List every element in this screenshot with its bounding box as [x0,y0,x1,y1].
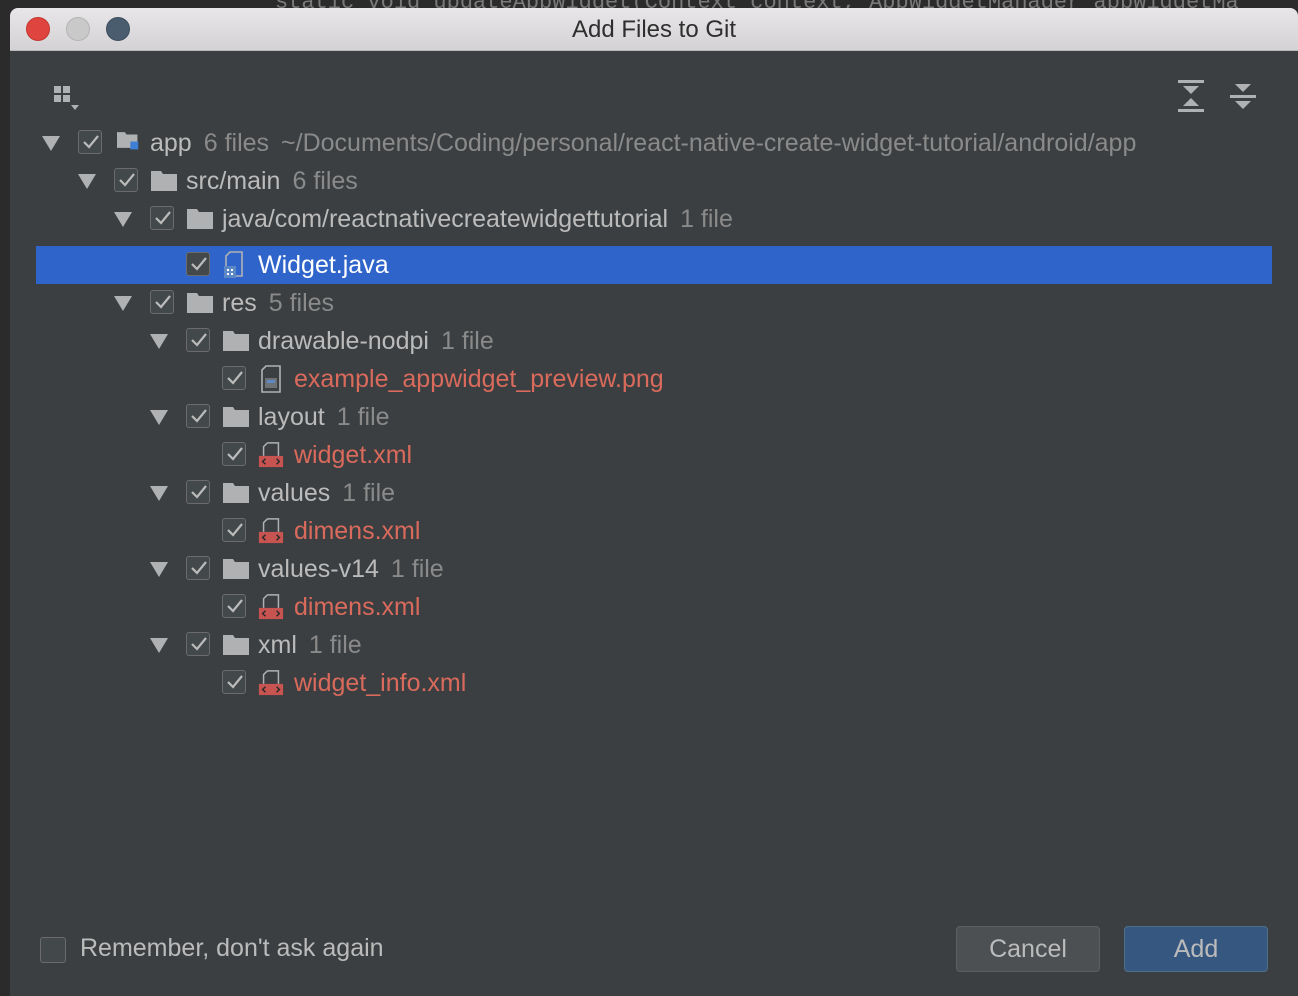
widget-xml-checkbox[interactable] [222,442,246,466]
expand-arrow-icon[interactable] [114,212,132,227]
tree-row-name: java/com/reactnativecreatewidgettutorial [222,205,669,233]
app-checkbox[interactable] [78,130,102,154]
tree-row-src-main[interactable]: src/main 6 files [36,162,1272,200]
tree-row-name: widget_info.xml [294,669,467,697]
file-count: 6 files [292,167,358,195]
xml-folder-checkbox[interactable] [186,632,210,656]
module-path: ~/Documents/Coding/personal/react-native… [281,129,1137,157]
expand-arrow-icon[interactable] [78,174,96,189]
tree-row-java-package[interactable]: java/com/reactnativecreatewidgettutorial… [36,200,1272,238]
file-count: 1 file [342,479,396,507]
widget-info-xml-checkbox[interactable] [222,670,246,694]
tree-row-dimens-xml[interactable]: dimens.xml [36,512,1272,550]
res-checkbox[interactable] [150,290,174,314]
dialog-title: Add Files to Git [571,16,737,43]
folder-icon [223,635,249,655]
expand-all-icon[interactable] [1176,78,1206,112]
expand-arrow-icon[interactable] [150,638,168,653]
collapse-all-icon[interactable] [1228,78,1258,109]
tree-row-name: dimens.xml [294,593,421,621]
tree-row-app[interactable]: app 6 files ~/Documents/Coding/personal/re… [36,124,1272,162]
folder-icon [151,171,177,191]
tree-row-name: xml [258,631,297,659]
tree-row-name: example_appwidget_preview.png [294,365,664,393]
tree-row-name: app [150,129,192,157]
expand-arrow-icon[interactable] [150,562,168,577]
drawable-nodpi-checkbox[interactable] [186,328,210,352]
tree-row-name: drawable-nodpi [258,327,429,355]
tree-row-name: layout [258,403,325,431]
tree-row-dimens-xml-v14[interactable]: dimens.xml [36,588,1272,626]
remember-checkbox[interactable] [40,937,66,963]
java-package-checkbox[interactable] [150,206,174,230]
tree-row-res[interactable]: res 5 files [36,284,1272,322]
file-count: 1 file [680,205,733,233]
tree-row-name: src/main [186,167,281,195]
tree-row-name: res [222,289,257,317]
tree-row-widget-java[interactable]: Widget.java [36,246,1272,284]
expand-arrow-icon[interactable] [150,486,168,501]
xml-file-icon [258,442,284,468]
tree-row-layout[interactable]: layout 1 file [36,398,1272,436]
file-count: 1 file [390,555,444,583]
remember-label[interactable]: Remember, don't ask again [80,934,384,963]
tree-row-preview-png[interactable]: example_appwidget_preview.png [36,360,1272,398]
xml-file-icon [258,670,284,696]
folder-icon [223,559,249,579]
file-count: 1 file [440,327,494,355]
values-v14-checkbox[interactable] [186,556,210,580]
folder-icon [223,407,249,427]
add-files-dialog: Add Files to Git app 6 files ~/Documents… [10,8,1298,996]
xml-file-icon [258,518,284,544]
values-checkbox[interactable] [186,480,210,504]
dimens-xml-v14-checkbox[interactable] [222,594,246,618]
expand-arrow-icon[interactable] [150,334,168,349]
tree-row-values-v14[interactable]: values-v14 1 file [36,550,1272,588]
expand-arrow-icon[interactable] [42,136,60,151]
java-file-icon [224,251,243,278]
cancel-button[interactable]: Cancel [956,926,1100,972]
folder-icon [187,209,213,229]
tree-row-widget-xml[interactable]: widget.xml [36,436,1272,474]
folder-icon [187,293,213,313]
tree-row-name: dimens.xml [294,517,421,545]
tree-row-name: widget.xml [294,441,413,469]
tree-row-name: values [258,479,331,507]
folder-icon [223,331,249,351]
file-count: 5 files [268,289,335,317]
preview-png-checkbox[interactable] [222,366,246,390]
widget-java-checkbox[interactable] [186,252,210,276]
tree-row-drawable-nodpi[interactable]: drawable-nodpi 1 file [36,322,1272,360]
tree-row-values[interactable]: values 1 file [36,474,1272,512]
module-folder-icon [117,132,139,150]
tree-row-name: values-v14 [258,555,379,583]
file-count: 6 files [203,129,270,157]
folder-icon [223,483,249,503]
layout-checkbox[interactable] [186,404,210,428]
image-file-icon [261,365,281,393]
tree-row-name: Widget.java [258,251,389,279]
tree-row-xml-folder[interactable]: xml 1 file [36,626,1272,664]
title-bar: Add Files to Git [10,8,1298,51]
dimens-xml-checkbox[interactable] [222,518,246,542]
expand-arrow-icon[interactable] [114,296,132,311]
tree-row-widget-info-xml[interactable]: widget_info.xml [36,664,1272,702]
expand-arrow-icon[interactable] [150,410,168,425]
file-count: 1 file [308,631,362,659]
xml-file-icon [258,594,284,620]
file-count: 1 file [336,403,390,431]
add-button[interactable]: Add [1124,926,1268,972]
src-main-checkbox[interactable] [114,168,138,192]
group-by-icon[interactable] [50,82,80,112]
